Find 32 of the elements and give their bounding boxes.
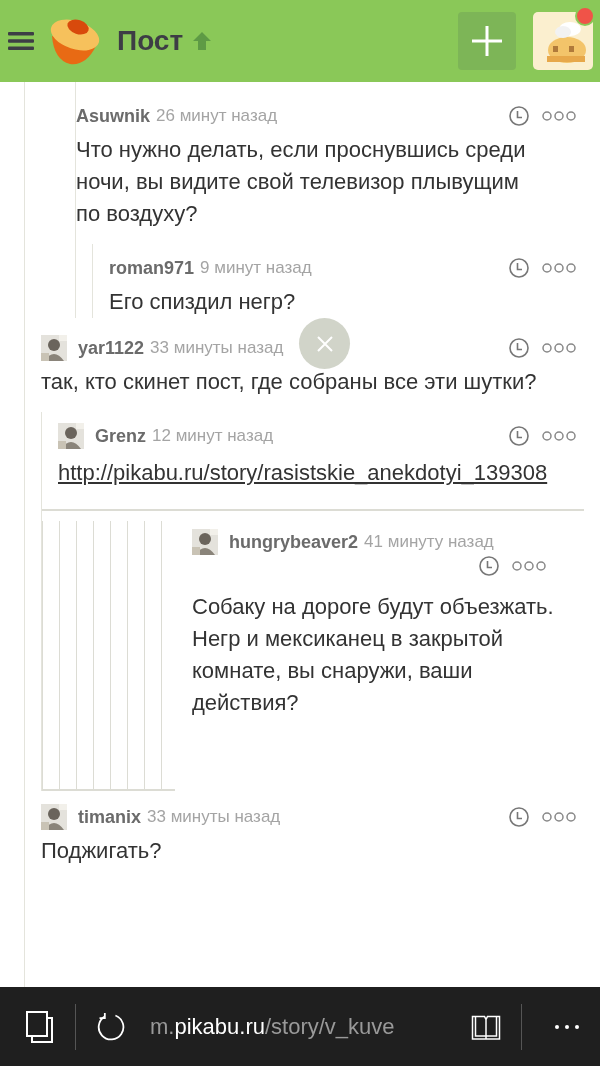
clock-icon[interactable] [508,105,530,127]
author-name[interactable]: yar1122 [78,337,145,359]
author-name[interactable]: Asuwnik [76,105,150,127]
comment-time: 41 минуту назад [364,532,494,552]
comment-time: 33 минуты назад [150,338,284,358]
add-post-button[interactable] [458,12,516,70]
comment-text: Собаку на дороге будут объезжать. Негр и мексиканец в закрытой комнате, вы снаружи, ваши действия? [192,593,554,717]
page-title: Пост [117,25,184,57]
author-name[interactable]: timanix [78,806,142,828]
comment-link[interactable]: http://pikabu.ru/story/rasistskie_anekdotyi_139308 [58,456,576,489]
comment-time: 33 минуты назад [147,807,281,827]
comment-text: Что нужно делать, если проснувшись среди ночи, вы видите свой телевизор плывущим по воздуху? [76,136,527,228]
author-name[interactable]: Grenz [95,425,146,447]
menu-icon[interactable] [8,31,34,51]
comment-time: 9 минут назад [200,258,312,278]
plus-icon [470,24,504,58]
author-name[interactable]: roman971 [109,257,195,279]
clock-icon[interactable] [508,337,530,359]
comment-time: 26 минут назад [156,106,278,126]
author-name[interactable]: hungrybeaver2 [229,531,359,553]
close-icon [314,333,335,354]
address-text[interactable]: m.pikabu.ru/story/v_kuve [150,1013,471,1040]
clock-icon[interactable] [508,257,530,279]
comment-time: 12 минут назад [152,426,274,446]
more-icon[interactable] [554,1023,580,1030]
clock-icon[interactable] [478,555,500,577]
comment-text: Поджигать? [41,837,163,865]
clock-icon[interactable] [508,806,530,828]
comment-text: Его спиздил негр? [109,288,297,316]
tabs-icon[interactable] [25,1009,55,1044]
clock-icon[interactable] [508,425,530,447]
comment-text: так, кто скинет пост, где собраны все эти шутки? [41,368,538,396]
